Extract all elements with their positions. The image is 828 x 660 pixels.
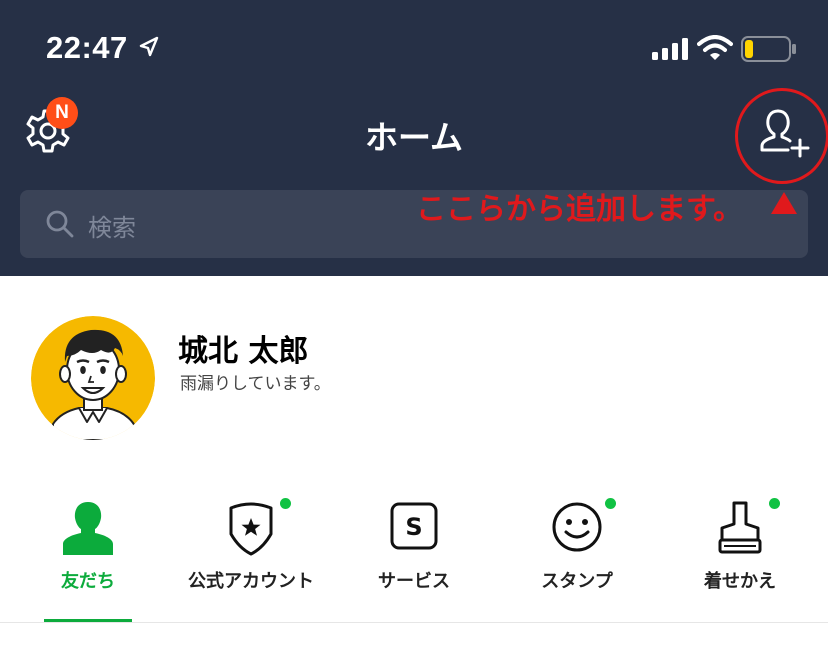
annotation-circle (735, 88, 828, 184)
service-s-icon: S (390, 502, 438, 550)
person-icon (63, 502, 113, 555)
battery-icon (741, 36, 796, 62)
annotation-text: ここらから追加します。 (416, 192, 743, 227)
status-time: 22:47 (46, 30, 128, 65)
category-tabs: 友だち 公式アカウント S サービス スタンプ 着せかえ (0, 490, 828, 610)
profile-name[interactable]: 城北 太郎 (178, 326, 308, 370)
tab-friends[interactable]: 友だち (8, 490, 168, 620)
search-placeholder: 検索 (88, 214, 136, 242)
smiley-icon (552, 502, 602, 552)
signal-icon (652, 38, 688, 60)
wifi-icon (697, 35, 733, 60)
profile-avatar[interactable] (31, 316, 155, 440)
tab-label: 着せかえ (704, 571, 776, 592)
location-arrow-icon (139, 36, 159, 57)
new-dot (280, 498, 291, 509)
brush-icon (718, 501, 762, 554)
tab-label: 友だち (61, 571, 115, 592)
profile-status-message[interactable]: 雨漏りしています。 (180, 369, 331, 394)
tab-label: スタンプ (541, 571, 613, 592)
search-icon (46, 210, 74, 238)
new-dot (769, 498, 780, 509)
new-dot (605, 498, 616, 509)
shield-star-icon (229, 502, 273, 556)
svg-text:S: S (405, 513, 422, 541)
tab-official-accounts[interactable]: 公式アカウント (171, 490, 331, 620)
tab-services[interactable]: S サービス (334, 490, 494, 620)
divider (0, 622, 828, 623)
tab-label: 公式アカウント (188, 571, 314, 592)
tab-stamps[interactable]: スタンプ (497, 490, 657, 620)
tab-themes[interactable]: 着せかえ (660, 490, 820, 620)
page-title: ホーム (364, 118, 463, 157)
annotation-arrow-icon (771, 192, 797, 214)
tab-label: サービス (378, 571, 450, 592)
header-bar: 22:47 N ホーム 検索 ここらから追加します。 (0, 0, 828, 276)
